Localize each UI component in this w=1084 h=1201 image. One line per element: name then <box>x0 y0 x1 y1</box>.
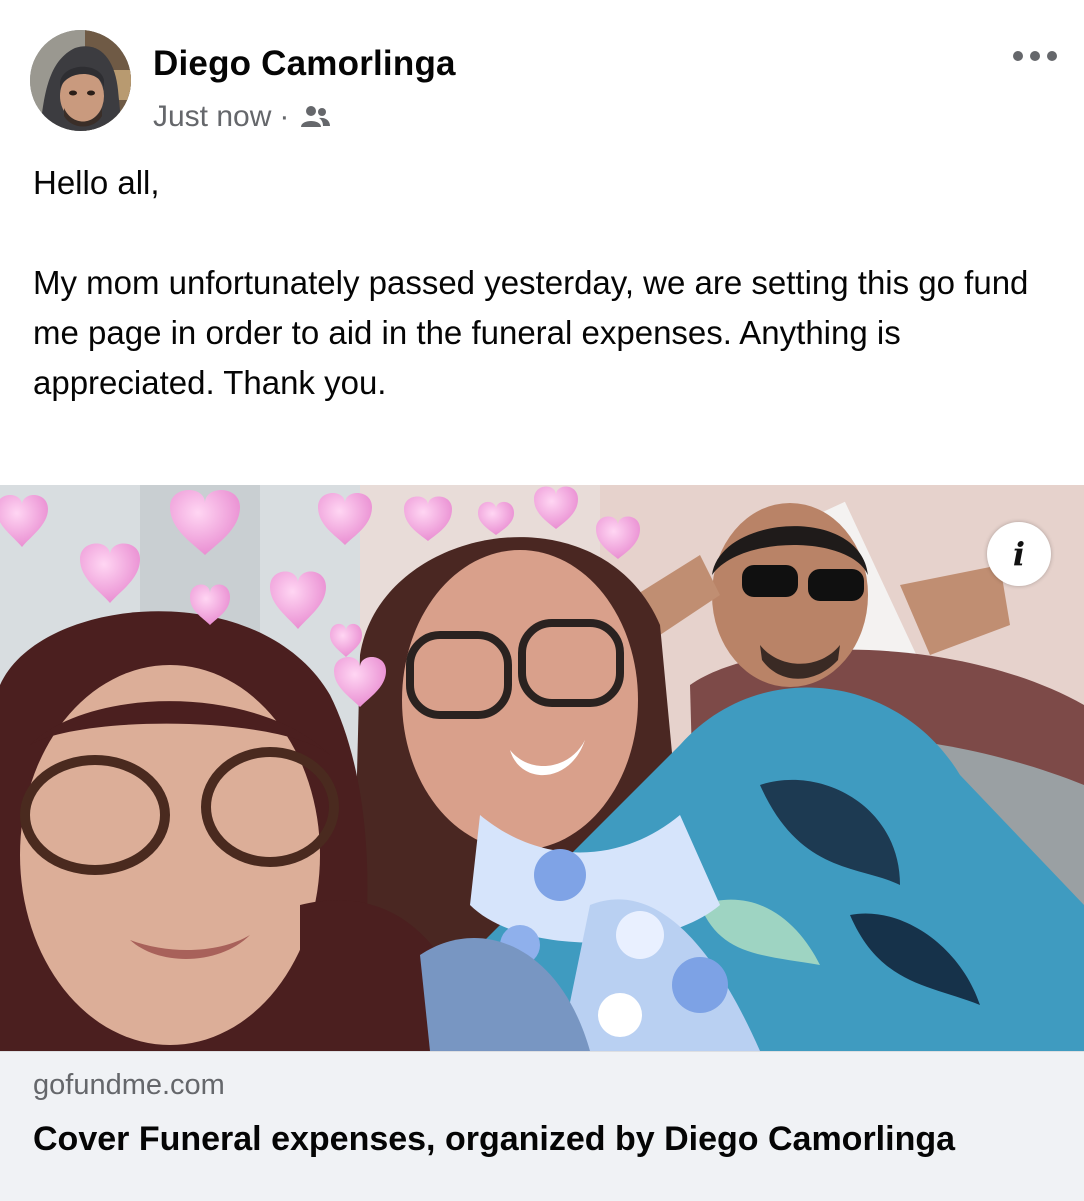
avatar-photo <box>30 30 131 131</box>
more-options-button[interactable] <box>1008 40 1062 72</box>
group-selfie-photo <box>0 485 1084 1051</box>
info-button[interactable]: i <box>987 522 1051 586</box>
link-title[interactable]: Cover Funeral expenses, organized by Die… <box>33 1120 955 1159</box>
more-horizontal-icon <box>1013 51 1057 61</box>
friends-icon[interactable] <box>299 104 331 130</box>
link-preview-meta[interactable]: gofundme.com Cover Funeral expenses, org… <box>0 1051 1084 1201</box>
post-greeting: Hello all, <box>33 164 160 201</box>
author-avatar[interactable] <box>30 30 131 131</box>
link-preview-card[interactable]: i gofundme.com Cover Funeral expenses, o… <box>0 485 1084 1201</box>
post-timestamp[interactable]: Just now <box>153 100 271 134</box>
post-message: Hello all, My mom unfortunately passed y… <box>33 158 1053 408</box>
info-icon: i <box>1012 535 1026 573</box>
feed-post: Diego Camorlinga Just now · Hello all, M… <box>0 0 1084 1201</box>
post-meta: Just now · <box>153 97 331 137</box>
meta-separator: · <box>279 100 290 133</box>
link-domain: gofundme.com <box>33 1069 225 1101</box>
post-body: My mom unfortunately passed yesterday, w… <box>33 264 1029 401</box>
author-name[interactable]: Diego Camorlinga <box>153 44 456 84</box>
link-preview-image[interactable]: i <box>0 485 1084 1051</box>
